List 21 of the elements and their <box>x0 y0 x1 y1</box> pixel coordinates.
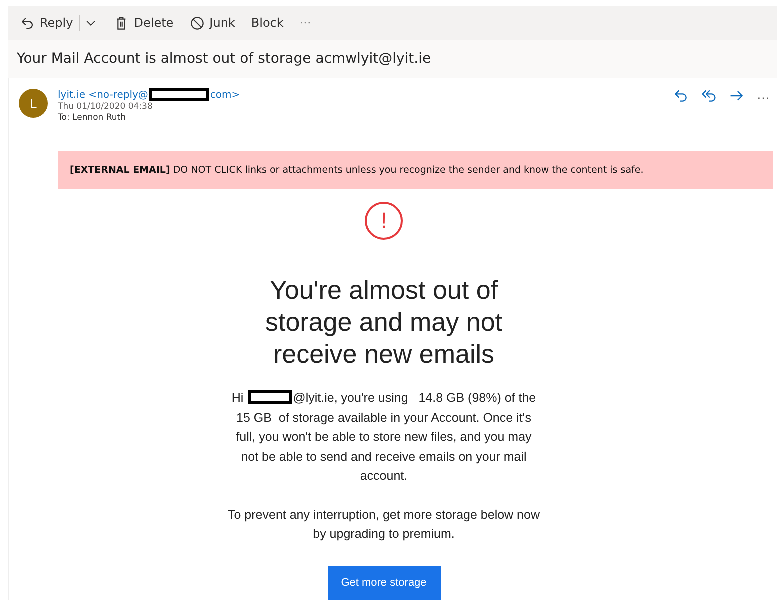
reply-icon <box>20 16 35 30</box>
get-storage-button[interactable]: Get more storage <box>328 566 440 600</box>
forward-icon <box>729 88 745 104</box>
sent-date: Thu 01/10/2020 04:38 <box>58 102 154 112</box>
external-email-warning: [EXTERNAL EMAIL] DO NOT CLICK links or attachments unless you recognize the sender and know the content is safe. <box>70 164 644 176</box>
body-paragraph: Hi @lyit.ie, you're using 14.8 GB (98%) of the 15 GB of storage available in your Account. Once it's full, you won't be able to store new files, and you may not be able to send and receive emails on your mail account. <box>230 389 538 485</box>
delete-button[interactable]: Delete <box>110 12 178 34</box>
alert-icon: ! <box>365 202 403 240</box>
reply-all-icon <box>701 88 717 104</box>
sender-address[interactable]: lyit.ie <no-reply@ com> <box>58 88 670 101</box>
recipient: To: Lennon Ruth <box>58 113 128 123</box>
more-button[interactable]: ··· <box>754 86 773 109</box>
headline: You're almost out of storage and may not receive new emails <box>264 274 504 370</box>
sender-avatar: L <box>19 89 48 118</box>
junk-button[interactable]: Junk <box>186 12 240 34</box>
block-button[interactable]: Block <box>247 13 288 33</box>
body-paragraph: To prevent any interruption, get more storage below now by upgrading to premium. <box>228 506 540 543</box>
email-subject: Your Mail Account is almost out of storage acmwlyit@lyit.ie <box>17 51 432 67</box>
blocked-circle-icon <box>190 16 205 30</box>
reply-button[interactable]: Reply <box>16 12 78 34</box>
reply-icon <box>673 88 689 104</box>
